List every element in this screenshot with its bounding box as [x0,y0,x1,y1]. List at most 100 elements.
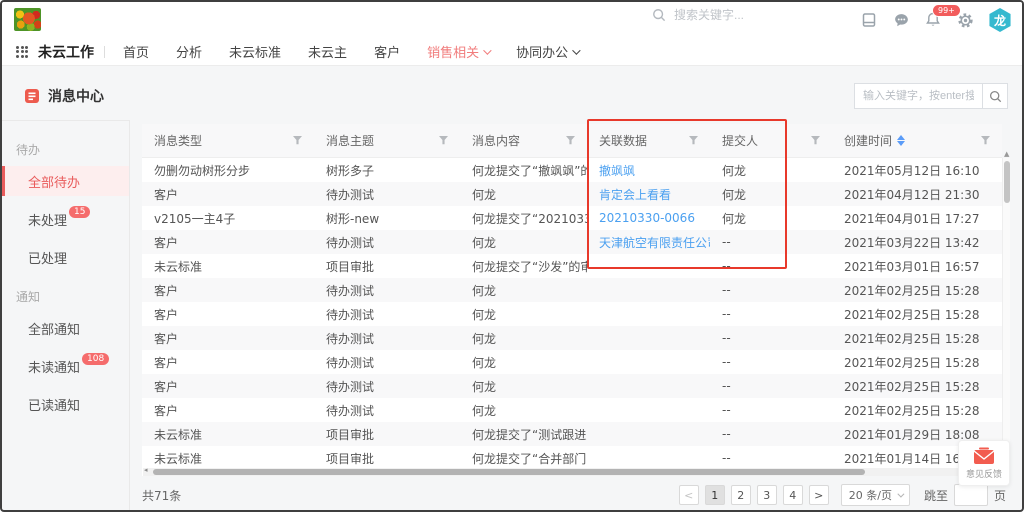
table-row[interactable]: 客户待办测试何龙天津航空有限责任公司--2021年03月22日 13:42 [142,230,1002,254]
table-row[interactable]: 客户待办测试何龙--2021年02月25日 15:28 [142,398,1002,422]
cell-content: 何龙提交了“测试跟进人”的审... [460,422,587,446]
column-header: 消息内容 [460,124,587,157]
cell-type: 客户 [142,182,314,206]
cell-related[interactable]: 天津航空有限责任公司 [587,230,710,254]
cell-type: 客户 [142,278,314,302]
gear-icon[interactable] [956,11,974,29]
table-row[interactable]: 勿删勿动树形分步树形多子何龙提交了“撤飒飒”的审批申...撤飒飒何龙2021年0… [142,158,1002,182]
sidebar-item[interactable]: 未读通知108 [2,351,129,381]
cell-submitter: -- [710,278,832,302]
apps-grid-icon[interactable] [16,46,28,58]
cell-related[interactable]: 20210330-0066 [587,206,710,230]
next-page-button[interactable]: > [809,485,829,505]
user-avatar[interactable]: 龙 [988,8,1012,32]
table-row[interactable]: 未云标准项目审批何龙提交了“测试跟进人”的审...--2021年01月29日 1… [142,422,1002,446]
global-search-input[interactable] [674,8,824,22]
page-size-select[interactable]: 20 条/页 [841,484,910,506]
table-row[interactable]: v2105一主4子树形-new何龙提交了“20210330-0066”...20… [142,206,1002,230]
filter-icon[interactable] [566,136,575,145]
table-row[interactable]: 客户待办测试何龙--2021年02月25日 15:28 [142,350,1002,374]
horizontal-scrollbar-thumb[interactable] [153,469,865,475]
filter-icon[interactable] [439,136,448,145]
cell-content: 何龙 [460,278,587,302]
nav-item-label: 未云主 [308,42,347,61]
cell-subject: 待办测试 [314,302,460,326]
cell-created: 2021年02月25日 15:28 [832,302,1002,326]
column-header-label: 创建时间 [844,132,892,149]
sidebar-item-label: 已处理 [28,248,67,267]
cell-subject: 待办测试 [314,374,460,398]
nav-item-6[interactable]: 销售相关 [427,42,489,61]
sidebar-item[interactable]: 已处理 [2,242,129,272]
chat-icon[interactable] [892,11,910,29]
page-button-4[interactable]: 4 [783,485,803,505]
nav-item-3[interactable]: 未云标准 [229,42,281,61]
search-icon [989,90,1002,103]
table-row[interactable]: 未云标准项目审批何龙提交了“沙发”的审批申请...--2021年03月01日 1… [142,254,1002,278]
cell-created: 2021年05月12日 16:10 [832,158,1002,182]
sort-icon[interactable] [897,135,905,147]
sidebar-item[interactable]: 未处理15 [2,204,129,234]
vertical-scrollbar-thumb[interactable] [1004,161,1010,203]
table-header: 消息类型消息主题消息内容关联数据提交人创建时间 [142,124,1002,158]
cell-subject: 待办测试 [314,230,460,254]
table-row[interactable]: 未云标准项目审批何龙提交了“合并部门”的审批...--2021年01月14日 1… [142,446,1002,470]
filter-icon[interactable] [689,136,698,145]
cell-type: 客户 [142,326,314,350]
notebook-icon[interactable] [860,11,878,29]
cell-content: 何龙 [460,230,587,254]
page-button-1[interactable]: 1 [705,485,725,505]
page-button-3[interactable]: 3 [757,485,777,505]
table-row[interactable]: 客户待办测试何龙肯定会上看看何龙2021年04月12日 21:30 [142,182,1002,206]
nav-item-label: 销售相关 [427,42,479,61]
column-header: 关联数据 [587,124,710,157]
filter-icon[interactable] [981,136,990,145]
column-header-label: 消息主题 [326,132,374,149]
horizontal-scrollbar[interactable]: ◂ [143,468,1001,476]
filter-icon[interactable] [811,136,820,145]
cell-subject: 树形多子 [314,158,460,182]
envelope-icon [973,447,995,465]
sidebar-group-label: 待办 [2,133,129,166]
cell-submitter: -- [710,302,832,326]
sidebar-item[interactable]: 全部通知 [2,313,129,343]
sidebar-item[interactable]: 全部待办 [2,166,129,196]
nav-item-7[interactable]: 协同办公 [516,42,578,61]
nav-item-2[interactable]: 分析 [176,42,202,61]
company-logo[interactable] [14,8,41,31]
jump-page-input[interactable] [954,484,988,506]
app-title[interactable]: 未云工作 [38,42,94,62]
nav-item-4[interactable]: 未云主 [308,42,347,61]
sort-desc-icon [897,141,905,146]
sidebar: 待办全部待办未处理15已处理通知全部通知未读通知108已读通知 [2,120,130,510]
cell-type: 客户 [142,230,314,254]
filter-icon[interactable] [293,136,302,145]
cell-type: 未云标准 [142,446,314,470]
bell-icon[interactable]: 99+ [924,11,942,29]
cell-content: 何龙提交了“20210330-0066”... [460,206,587,230]
table-row[interactable]: 客户待办测试何龙--2021年02月25日 15:28 [142,302,1002,326]
page-button-2[interactable]: 2 [731,485,751,505]
prev-page-button[interactable]: < [679,485,699,505]
cell-content: 何龙 [460,350,587,374]
keyword-search-input[interactable] [854,83,982,109]
chevron-down-icon [483,46,491,54]
message-center-icon [24,88,40,104]
cell-related [587,278,710,302]
table-row[interactable]: 客户待办测试何龙--2021年02月25日 15:28 [142,278,1002,302]
cell-content: 何龙提交了“合并部门”的审批... [460,446,587,470]
cell-submitter: -- [710,326,832,350]
nav-item-5[interactable]: 客户 [374,42,400,61]
keyword-search-button[interactable] [982,83,1008,109]
table-row[interactable]: 客户待办测试何龙--2021年02月25日 15:28 [142,326,1002,350]
cell-related [587,350,710,374]
nav-item-1[interactable]: 首页 [123,42,149,61]
vertical-scrollbar[interactable]: ▲ [1002,158,1010,468]
sidebar-item[interactable]: 已读通知 [2,389,129,419]
cell-related[interactable]: 撤飒飒 [587,158,710,182]
table-row[interactable]: 客户待办测试何龙--2021年02月25日 15:28 [142,374,1002,398]
column-header: 消息主题 [314,124,460,157]
column-header-label: 消息类型 [154,132,202,149]
feedback-button[interactable]: 意见反馈 [958,440,1010,486]
cell-related[interactable]: 肯定会上看看 [587,182,710,206]
